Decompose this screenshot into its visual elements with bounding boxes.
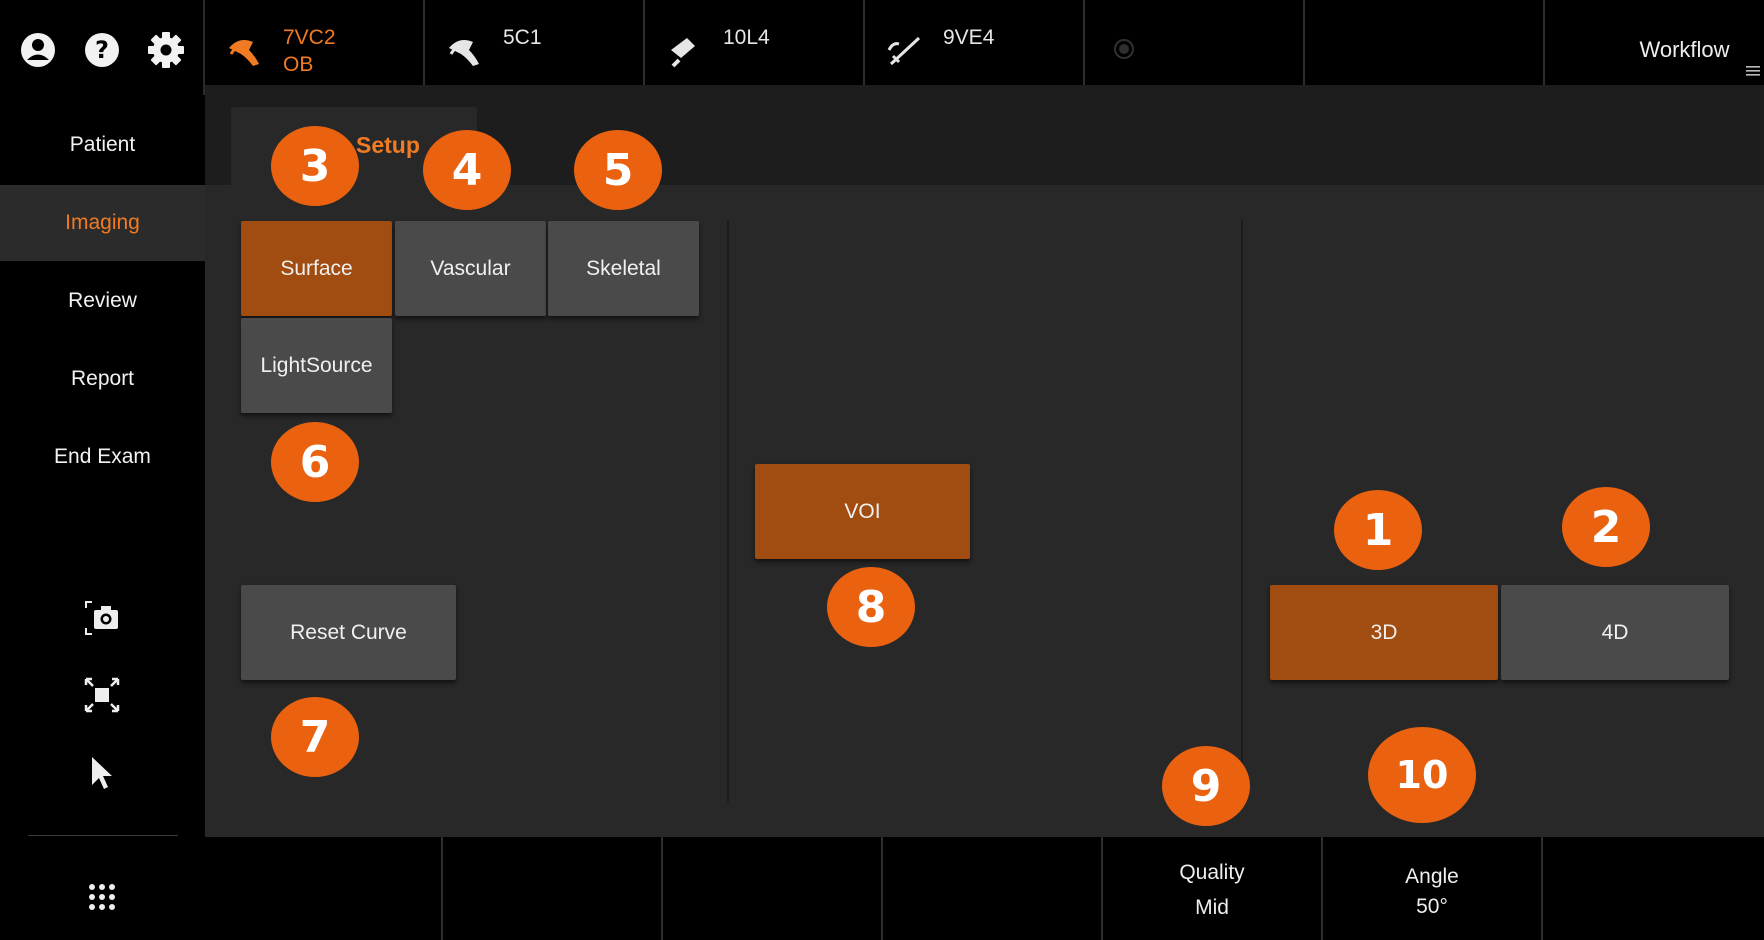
workflow-button[interactable]: Workflow <box>1605 0 1764 85</box>
transducer-10l4[interactable]: 10L4 <box>645 0 865 85</box>
quality-value: Mid <box>1195 896 1229 919</box>
transducer-slot-empty[interactable] <box>1305 0 1545 85</box>
annotation-badge-7: 7 <box>271 697 359 777</box>
quality-control[interactable]: Quality Mid <box>1103 837 1323 940</box>
fullscreen-icon[interactable] <box>82 675 122 715</box>
mode-4d-button[interactable]: 4D <box>1501 585 1729 680</box>
help-icon[interactable]: ? <box>82 30 122 70</box>
angle-value: 50° <box>1416 895 1448 918</box>
setup-content: Surface Vascular Skeletal LightSource Re… <box>205 185 1764 837</box>
probe-linear-icon <box>671 38 695 68</box>
gear-icon[interactable] <box>146 30 186 70</box>
bottom-slot[interactable] <box>1543 837 1764 940</box>
transducer-7vc2[interactable]: 7VC2 OB <box>205 0 425 85</box>
reset-curve-button[interactable]: Reset Curve <box>241 585 456 680</box>
top-left-icon-bar: ? <box>0 0 205 95</box>
annotation-badge-8: 8 <box>827 567 915 647</box>
menu-icon <box>1746 66 1760 76</box>
transducer-9ve4[interactable]: 9VE4 <box>865 0 1085 85</box>
annotation-badge-3: 3 <box>271 126 359 206</box>
bottom-control-bar: Quality Mid Angle 50° <box>205 837 1764 940</box>
nav-item-patient[interactable]: Patient <box>0 107 205 183</box>
annotation-badge-2: 2 <box>1562 487 1650 567</box>
bottom-slot[interactable] <box>883 837 1103 940</box>
bottom-slot[interactable] <box>663 837 883 940</box>
tab-label: Setup <box>356 132 420 158</box>
surface-button[interactable]: Surface <box>241 221 392 316</box>
svg-text:?: ? <box>95 36 109 64</box>
nav-item-end-exam[interactable]: End Exam <box>0 419 205 495</box>
lightsource-button[interactable]: LightSource <box>241 318 392 413</box>
quality-label: Quality <box>1179 861 1245 884</box>
empty-port-icon <box>1114 39 1134 59</box>
probe-curved-icon <box>449 40 479 66</box>
pointer-icon[interactable] <box>82 753 122 793</box>
transducer-5c1[interactable]: 5C1 <box>425 0 645 85</box>
probe-endocavity-icon <box>887 36 921 66</box>
annotation-badge-10: 10 <box>1368 727 1476 823</box>
voi-button[interactable]: VOI <box>755 464 970 559</box>
mode-3d-button[interactable]: 3D <box>1270 585 1498 680</box>
left-navigation: Patient Imaging Review Report End Exam <box>0 95 205 940</box>
probe-curved-icon <box>229 40 259 66</box>
transducer-name: 7VC2 <box>283 26 336 49</box>
column-divider <box>727 220 729 802</box>
nav-divider <box>28 835 178 836</box>
annotation-badge-1: 1 <box>1334 490 1422 570</box>
transducer-name: 9VE4 <box>943 26 995 49</box>
nav-item-review[interactable]: Review <box>0 263 205 339</box>
annotation-badge-9: 9 <box>1162 746 1250 826</box>
transducer-name: 5C1 <box>503 26 542 49</box>
nav-item-imaging[interactable]: Imaging <box>0 185 205 261</box>
skeletal-button[interactable]: Skeletal <box>548 221 699 316</box>
angle-control[interactable]: Angle 50° <box>1323 837 1543 940</box>
bottom-slot[interactable] <box>443 837 663 940</box>
column-divider <box>1241 220 1243 802</box>
transducer-preset: OB <box>283 53 314 76</box>
user-icon[interactable] <box>18 30 58 70</box>
camera-icon[interactable] <box>82 598 122 638</box>
apps-grid-icon[interactable] <box>82 877 122 917</box>
annotation-badge-6: 6 <box>271 422 359 502</box>
bottom-slot[interactable] <box>205 837 443 940</box>
transducer-name: 10L4 <box>723 26 770 49</box>
transducer-bar: 7VC2 OB 5C1 10L4 9VE4 Workflow <box>205 0 1764 85</box>
annotation-badge-4: 4 <box>423 130 511 210</box>
annotation-badge-5: 5 <box>574 130 662 210</box>
angle-label: Angle <box>1405 865 1459 888</box>
vascular-button[interactable]: Vascular <box>395 221 546 316</box>
transducer-slot-empty[interactable] <box>1085 0 1305 85</box>
nav-item-report[interactable]: Report <box>0 341 205 417</box>
